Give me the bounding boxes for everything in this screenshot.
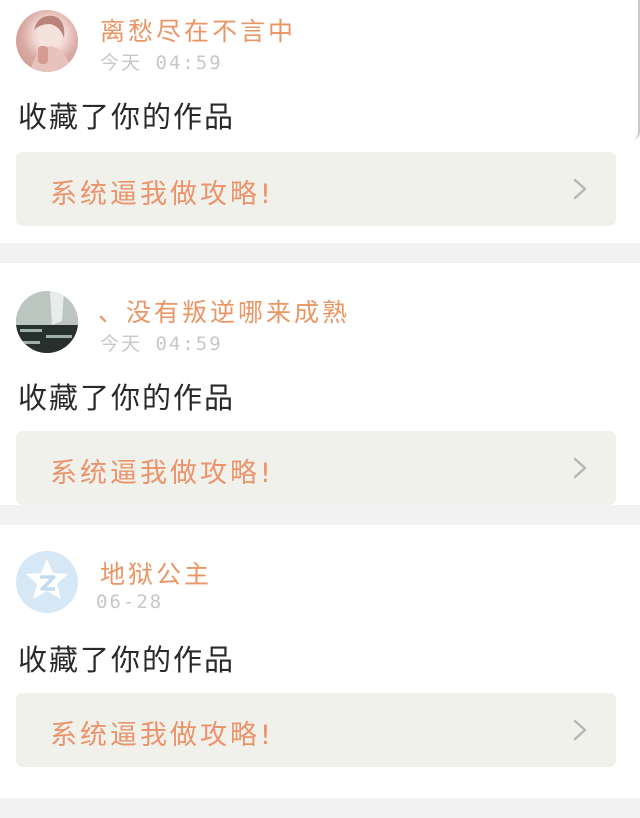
avatar[interactable] [16,10,78,72]
work-link[interactable]: 系统逼我做攻略! [16,431,616,505]
chevron-right-icon [570,719,590,741]
chevron-right-icon [570,178,590,200]
screen-edge [632,0,640,140]
user-photo-avatar [16,291,78,353]
notification-feed: 离愁尽在不言中 今天 04:59 收藏了你的作品 系统逼我做攻略! 、没有叛逆哪… [0,0,640,798]
username[interactable]: 地狱公主 [100,555,212,591]
avatar[interactable] [16,291,78,353]
action-text: 收藏了你的作品 [18,100,236,134]
qq-default-avatar [16,551,78,613]
user-photo-avatar [30,15,72,72]
username[interactable]: 、没有叛逆哪来成熟 [98,293,350,329]
chevron-right-icon [570,457,590,479]
timestamp: 今天 04:59 [100,52,223,74]
username[interactable]: 离愁尽在不言中 [100,12,296,48]
action-text: 收藏了你的作品 [18,381,236,415]
avatar[interactable] [16,551,78,613]
timestamp: 今天 04:59 [100,333,223,355]
work-title: 系统逼我做攻略! [50,458,274,489]
notification-card: 离愁尽在不言中 今天 04:59 收藏了你的作品 系统逼我做攻略! [0,0,640,243]
action-text: 收藏了你的作品 [18,643,236,677]
notification-card: 、没有叛逆哪来成熟 今天 04:59 收藏了你的作品 系统逼我做攻略! [0,263,640,505]
notification-card: 地狱公主 06-28 收藏了你的作品 系统逼我做攻略! [0,525,640,798]
work-link[interactable]: 系统逼我做攻略! [16,693,616,767]
work-link[interactable]: 系统逼我做攻略! [16,152,616,226]
work-title: 系统逼我做攻略! [50,720,274,751]
work-title: 系统逼我做攻略! [50,179,274,210]
timestamp: 06-28 [96,591,164,613]
